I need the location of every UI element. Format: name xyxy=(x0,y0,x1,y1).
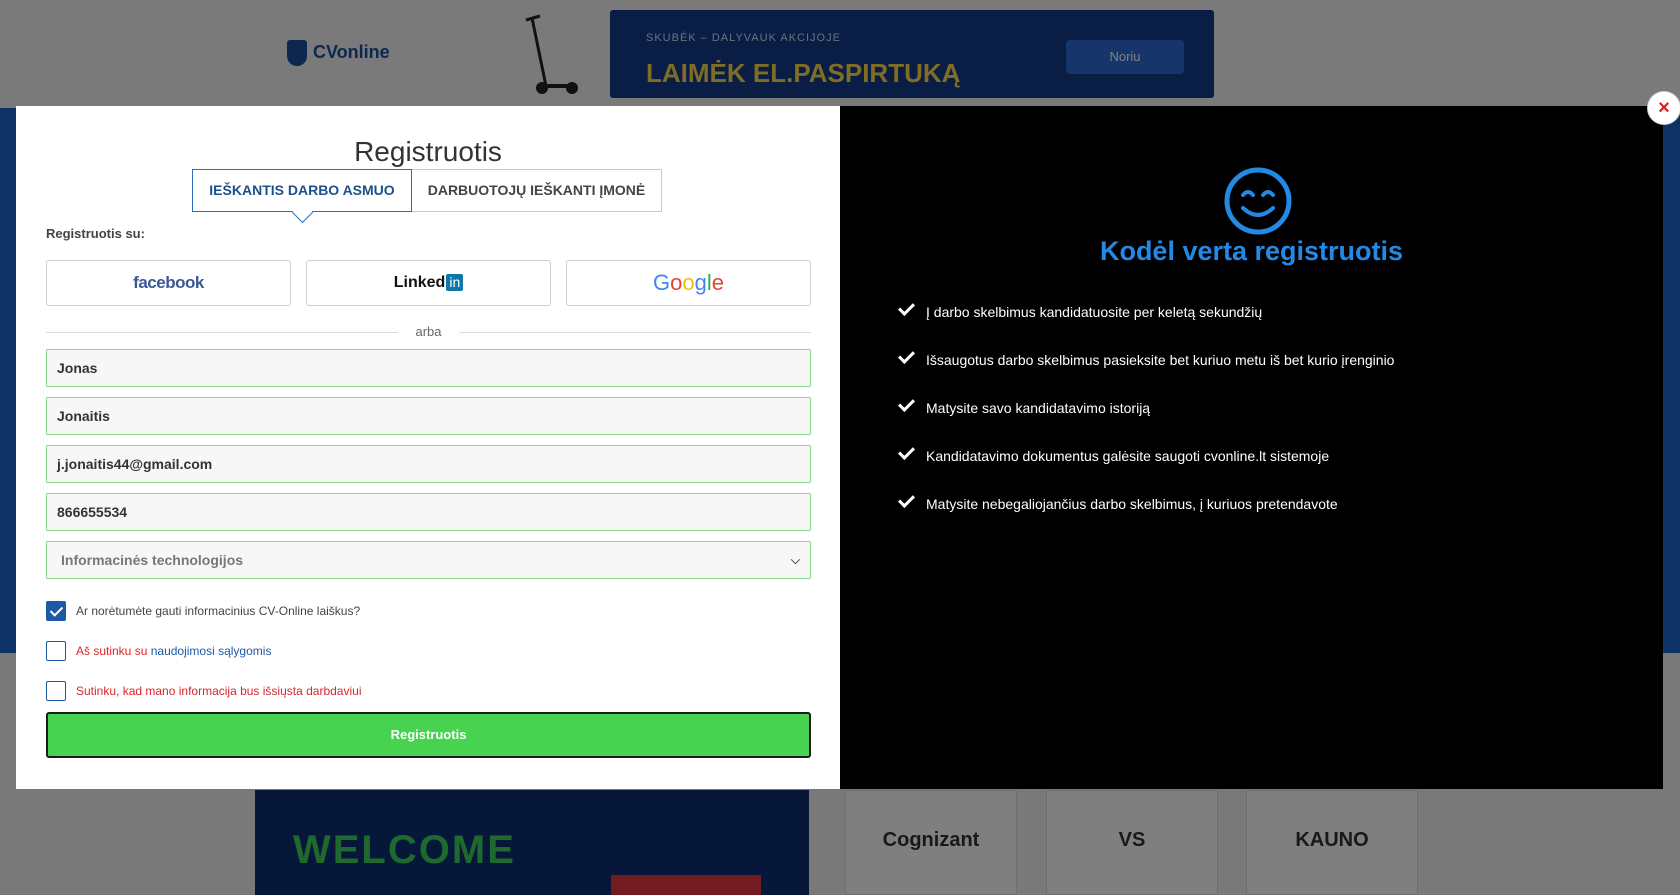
linkedin-in-icon: in xyxy=(446,274,464,291)
share-checkbox[interactable] xyxy=(46,681,66,701)
checkmark-icon xyxy=(898,350,926,368)
benefit-item: Matysite savo kandidatavimo istoriją xyxy=(898,398,1394,446)
share-label: Sutinku, kad mano informacija bus išsiųs… xyxy=(76,684,362,698)
linkedin-login-button[interactable]: Linked in xyxy=(306,260,551,306)
checkmark-icon xyxy=(898,494,926,512)
linkedin-logo-text: Linked xyxy=(393,274,446,291)
benefit-item: Į darbo skelbimus kandidatuosite per kel… xyxy=(898,302,1394,350)
benefit-text: Kandidatavimo dokumentus galėsite saugot… xyxy=(926,448,1330,464)
chevron-down-icon: ⌵ xyxy=(790,553,800,567)
terms-row: Aš sutinku su naudojimosi sąlygomis xyxy=(46,641,271,661)
benefit-text: Matysite nebegaliojančius darbo skelbimu… xyxy=(926,496,1338,512)
benefits-list: Į darbo skelbimus kandidatuosite per kel… xyxy=(898,302,1394,542)
smiley-icon xyxy=(1224,167,1292,235)
checkmark-icon xyxy=(898,302,926,320)
email-field[interactable]: j.jonaitis44@gmail.com xyxy=(46,445,811,483)
terms-checkbox[interactable] xyxy=(46,641,66,661)
google-logo: Google xyxy=(652,270,724,295)
terms-label: Aš sutinku su xyxy=(76,644,148,658)
job-field-select-value: Informacinės technologijos xyxy=(61,552,244,568)
register-button[interactable]: Registruotis xyxy=(46,712,811,758)
close-modal-button[interactable]: × xyxy=(1647,91,1680,125)
social-login-row: facebook Linked in Google xyxy=(46,260,811,306)
checkmark-icon xyxy=(898,398,926,416)
registration-modal: Registruotis IEŠKANTIS DARBO ASMUO DARBU… xyxy=(16,106,1663,789)
last-name-field[interactable]: Jonaitis xyxy=(46,397,811,435)
tab-employer[interactable]: DARBUOTOJŲ IEŠKANTI ĮMONĖ xyxy=(412,169,662,212)
registration-form-panel: Registruotis IEŠKANTIS DARBO ASMUO DARBU… xyxy=(16,106,840,789)
benefit-text: Matysite savo kandidatavimo istoriją xyxy=(926,400,1151,416)
google-login-button[interactable]: Google xyxy=(566,260,811,306)
checkmark-icon xyxy=(898,446,926,464)
terms-link[interactable]: naudojimosi sąlygomis xyxy=(151,644,272,658)
tab-job-seeker[interactable]: IEŠKANTIS DARBO ASMUO xyxy=(192,169,412,212)
newsletter-checkbox[interactable] xyxy=(46,601,66,621)
newsletter-row: Ar norėtumėte gauti informacinius CV-Onl… xyxy=(46,601,360,621)
share-row: Sutinku, kad mano informacija bus išsiųs… xyxy=(46,681,361,701)
benefit-item: Matysite nebegaliojančius darbo skelbimu… xyxy=(898,494,1394,542)
benefit-item: Išsaugotus darbo skelbimus pasieksite be… xyxy=(898,350,1394,398)
or-divider: arba xyxy=(46,322,811,342)
modal-title: Registruotis xyxy=(354,136,502,167)
register-with-label: Registruotis su: xyxy=(46,226,145,241)
account-type-tabs: IEŠKANTIS DARBO ASMUO DARBUOTOJŲ IEŠKANT… xyxy=(192,169,662,212)
first-name-field[interactable]: Jonas xyxy=(46,349,811,387)
benefit-text: Išsaugotus darbo skelbimus pasieksite be… xyxy=(926,352,1395,368)
newsletter-label: Ar norėtumėte gauti informacinius CV-Onl… xyxy=(76,604,361,618)
facebook-logo: facebook xyxy=(133,273,204,292)
benefit-item: Kandidatavimo dokumentus galėsite saugot… xyxy=(898,446,1394,494)
job-field-select[interactable]: Informacinės technologijos ⌵ xyxy=(46,541,811,579)
why-register-title: Kodėl verta registruotis xyxy=(1099,236,1404,266)
benefit-text: Į darbo skelbimus kandidatuosite per kel… xyxy=(926,304,1263,320)
why-register-panel: Kodėl verta registruotis Į darbo skelbim… xyxy=(840,106,1663,789)
facebook-login-button[interactable]: facebook xyxy=(46,260,291,306)
phone-field[interactable]: 866655534 xyxy=(46,493,811,531)
